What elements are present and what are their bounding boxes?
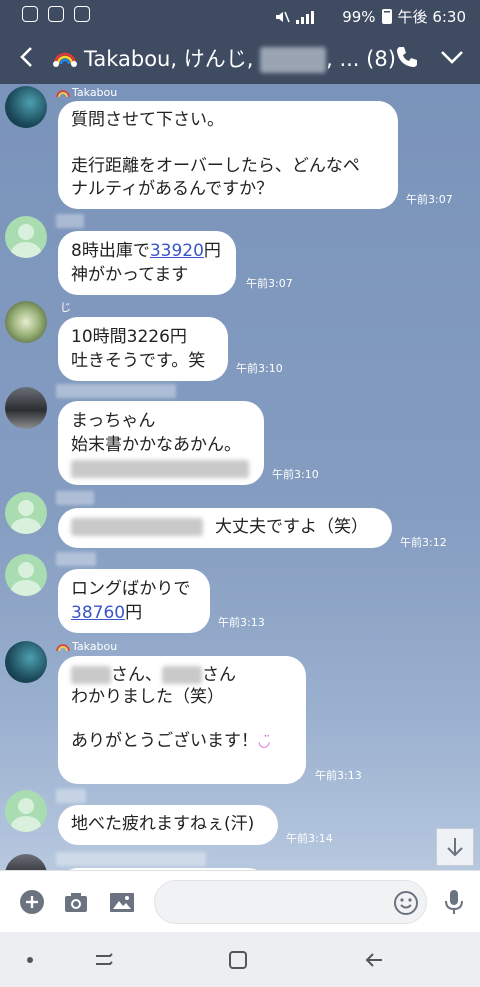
sender-name <box>56 384 176 398</box>
amount-link[interactable]: 33920 <box>150 241 204 261</box>
message-time: 午前3:13 <box>218 616 265 629</box>
image-icon[interactable] <box>108 888 136 916</box>
message-bubble[interactable]: 10時間3226円 吐きそうです。笑 <box>58 317 228 381</box>
message-bubble[interactable]: まっちゃん 始末書かかなあかん。 <box>58 401 264 485</box>
message-time: 午前3:13 <box>315 769 362 782</box>
amount-link[interactable]: 38760 <box>71 603 125 623</box>
system-nav-bar <box>0 932 480 987</box>
scroll-to-bottom-button[interactable] <box>436 828 474 866</box>
mute-icon <box>276 11 290 22</box>
arrow-down-icon <box>447 838 463 857</box>
sender-name <box>56 214 84 228</box>
avatar[interactable] <box>5 216 47 258</box>
signal-icon <box>296 10 336 24</box>
image-notification-icon <box>74 6 90 22</box>
battery-icon <box>381 9 392 24</box>
message-bubble[interactable]: さん、 さん わかりました（笑） ありがとうございます！◡̈ <box>58 656 306 784</box>
sender-name: Takabou <box>56 640 117 653</box>
message-bubble[interactable]: 地べた疲れますねぇ(汗) <box>58 805 278 845</box>
dot-icon <box>27 957 33 963</box>
message-time: 午前3:14 <box>286 832 333 845</box>
notification-icons <box>22 6 90 22</box>
call-notification-icon <box>48 6 64 22</box>
sender-name <box>56 491 94 505</box>
avatar[interactable] <box>5 301 47 343</box>
rainbow-icon <box>56 90 70 98</box>
chat-header: Takabou, けんじ, , ... (8) <box>0 30 480 84</box>
back-icon[interactable] <box>12 42 42 72</box>
avatar[interactable] <box>5 790 47 832</box>
message-input[interactable] <box>154 880 427 924</box>
emoji-icon[interactable] <box>392 889 420 917</box>
chat-title-text: Takabou, けんじ, , ... (8) <box>84 47 396 73</box>
microphone-icon[interactable] <box>440 888 468 916</box>
sender-name <box>56 789 86 803</box>
rainbow-icon <box>53 52 77 67</box>
sender-name <box>56 852 206 866</box>
message-time: 午前3:10 <box>236 362 283 375</box>
sender-name: Takabou <box>56 86 117 99</box>
avatar[interactable] <box>5 554 47 596</box>
avatar[interactable] <box>5 492 47 534</box>
app-notification-icon <box>22 6 38 22</box>
recent-apps-icon[interactable] <box>92 948 116 972</box>
phone-icon[interactable] <box>394 44 420 70</box>
message-bubble[interactable]: 大丈夫ですよ（笑） <box>58 508 392 548</box>
message-time: 午前3:12 <box>400 536 447 549</box>
battery-percent: 99% <box>342 7 376 26</box>
clock: 午後 6:30 <box>397 8 466 26</box>
camera-icon[interactable] <box>62 888 90 916</box>
avatar[interactable] <box>5 854 47 870</box>
message-time: 午前3:07 <box>246 277 293 290</box>
back-nav-icon[interactable] <box>362 948 386 972</box>
chevron-down-icon[interactable] <box>438 45 466 69</box>
input-bar <box>0 870 480 932</box>
message-bubble[interactable]: 8時出庫で33920円 神がかってます <box>58 231 236 295</box>
avatar[interactable] <box>5 387 47 429</box>
sender-name <box>56 552 96 566</box>
add-icon[interactable] <box>18 888 46 916</box>
avatar[interactable] <box>5 86 47 128</box>
message-time: 午前3:07 <box>406 193 453 206</box>
home-icon[interactable] <box>226 948 250 972</box>
status-bar: 99% 午後 6:30 <box>0 0 480 30</box>
message-time: 午前3:10 <box>272 468 319 481</box>
message-bubble[interactable]: ロングばかりで 38760円 <box>58 569 210 633</box>
message-list[interactable]: Takabou 質問させて下さい。 走行距離をオーバーしたら、どんなペ ナルティ… <box>0 84 480 870</box>
message-bubble[interactable]: 質問させて下さい。 走行距離をオーバーしたら、どんなペ ナルティがあるんですか？ <box>58 101 398 209</box>
sender-name: じ <box>60 301 71 314</box>
chat-title[interactable]: Takabou, けんじ, , ... (8) <box>52 43 396 73</box>
avatar[interactable] <box>5 641 47 683</box>
rainbow-icon <box>56 644 70 652</box>
smile-emoji-icon: ◡̈ <box>258 734 271 750</box>
